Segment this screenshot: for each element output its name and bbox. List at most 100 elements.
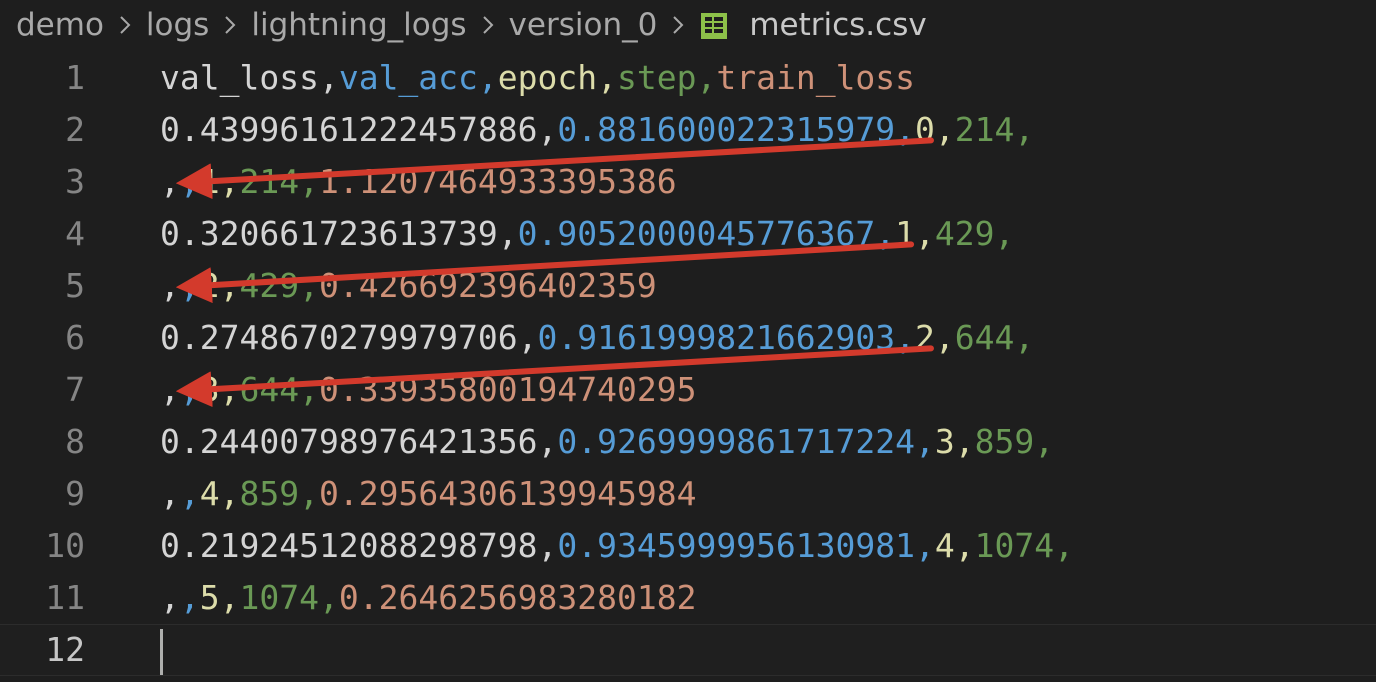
chevron-right-icon bbox=[221, 13, 239, 37]
csv-comma: , bbox=[179, 370, 200, 409]
csv-comma: , bbox=[179, 578, 200, 617]
csv-comma: , bbox=[934, 318, 955, 357]
csv-comma: , bbox=[934, 110, 955, 149]
csv-comma: , bbox=[219, 370, 240, 409]
csv-field: 1.1207464933395386 bbox=[318, 162, 677, 201]
csv-comma: , bbox=[299, 370, 319, 409]
csv-comma: , bbox=[537, 422, 558, 461]
csv-comma: , bbox=[915, 214, 935, 253]
breadcrumb-item-logs[interactable]: logs bbox=[146, 7, 209, 43]
csv-field: 1074 bbox=[239, 578, 319, 617]
csv-comma: , bbox=[696, 58, 717, 97]
csv-comma: , bbox=[517, 318, 538, 357]
csv-field: 0 bbox=[915, 110, 935, 149]
csv-field: 644 bbox=[239, 370, 300, 409]
csv-comma: , bbox=[179, 474, 200, 513]
csv-field: 0.24400798976421356 bbox=[160, 422, 538, 461]
line-content: ,,1,214,1.1207464933395386 bbox=[160, 156, 677, 208]
csv-field: 0.33935800194740295 bbox=[318, 370, 697, 409]
code-line[interactable]: 8 0.24400798976421356,0.9269999861717224,… bbox=[0, 416, 1376, 468]
csv-comma: , bbox=[1054, 526, 1074, 565]
csv-field: step bbox=[617, 58, 697, 97]
csv-comma: , bbox=[537, 526, 558, 565]
line-content: ,,5,1074,0.2646256983280182 bbox=[160, 572, 696, 624]
csv-comma: , bbox=[318, 578, 339, 617]
line-number: 3 bbox=[65, 162, 85, 201]
breadcrumb: demo logs lightning_logs version_0 metri… bbox=[0, 0, 927, 50]
code-line[interactable]: 12 bbox=[0, 624, 1376, 676]
csv-comma: , bbox=[219, 474, 240, 513]
breadcrumb-file-name[interactable]: metrics.csv bbox=[749, 7, 926, 43]
csv-comma: , bbox=[875, 214, 896, 253]
csv-comma: , bbox=[537, 110, 558, 149]
code-line[interactable]: 9 ,,4,859,0.29564306139945984 bbox=[0, 468, 1376, 520]
csv-field: 1 bbox=[895, 214, 916, 253]
csv-comma: , bbox=[954, 422, 975, 461]
code-editor[interactable]: 1 val_loss,val_acc,epoch,step,train_loss 2… bbox=[0, 52, 1376, 682]
csv-field: 0.21924512088298798 bbox=[160, 526, 538, 565]
text-cursor bbox=[160, 629, 163, 675]
csv-comma: , bbox=[318, 58, 339, 97]
line-content: 0.24400798976421356,0.9269999861717224,3… bbox=[160, 416, 1054, 468]
line-content: 0.21924512088298798,0.9345999956130981,4… bbox=[160, 520, 1074, 572]
line-content: 0.2748670279979706,0.9161999821662903,2,… bbox=[160, 312, 1034, 364]
code-line[interactable]: 10 0.21924512088298798,0.9345999956130981… bbox=[0, 520, 1376, 572]
csv-field: 0.2748670279979706 bbox=[160, 318, 518, 357]
code-line[interactable]: 1 val_loss,val_acc,epoch,step,train_loss bbox=[0, 52, 1376, 104]
csv-field: 0.9161999821662903 bbox=[537, 318, 896, 357]
csv-comma: , bbox=[994, 214, 1015, 253]
csv-field: 859 bbox=[974, 422, 1035, 461]
code-line[interactable]: 7 ,,3,644,0.33935800194740295 bbox=[0, 364, 1376, 416]
code-line[interactable]: 11 ,,5,1074,0.2646256983280182 bbox=[0, 572, 1376, 624]
csv-field: 0.29564306139945984 bbox=[318, 474, 697, 513]
chevron-right-icon bbox=[116, 13, 134, 37]
csv-comma: , bbox=[954, 526, 975, 565]
csv-field: 214 bbox=[239, 162, 300, 201]
csv-comma: , bbox=[915, 422, 935, 461]
csv-comma: , bbox=[160, 474, 180, 513]
line-content: val_loss,val_acc,epoch,step,train_loss bbox=[160, 52, 915, 104]
csv-comma: , bbox=[160, 578, 180, 617]
code-line[interactable]: 2 0.43996161222457886,0.881600022315979,0… bbox=[0, 104, 1376, 156]
line-number: 1 bbox=[65, 58, 85, 97]
code-line[interactable]: 5 ,,2,429,0.426692396402359 bbox=[0, 260, 1376, 312]
csv-comma: , bbox=[179, 162, 200, 201]
csv-field: 429 bbox=[934, 214, 995, 253]
csv-field: 0.9052000045776367 bbox=[517, 214, 876, 253]
csv-comma: , bbox=[299, 162, 319, 201]
breadcrumb-item-version-0[interactable]: version_0 bbox=[509, 7, 658, 43]
csv-comma: , bbox=[219, 266, 240, 305]
line-content: ,,2,429,0.426692396402359 bbox=[160, 260, 657, 312]
code-line[interactable]: 3 ,,1,214,1.1207464933395386 bbox=[0, 156, 1376, 208]
csv-field: 0.320661723613739 bbox=[160, 214, 498, 253]
csv-comma: , bbox=[299, 266, 319, 305]
csv-field: 2 bbox=[199, 266, 220, 305]
csv-field: val_loss bbox=[160, 58, 319, 97]
breadcrumb-item-lightning-logs[interactable]: lightning_logs bbox=[251, 7, 466, 43]
csv-comma: , bbox=[1014, 110, 1035, 149]
csv-field: 1074 bbox=[974, 526, 1055, 565]
csv-comma: , bbox=[219, 578, 240, 617]
csv-field: 0.2646256983280182 bbox=[338, 578, 697, 617]
csv-field: train_loss bbox=[716, 58, 916, 97]
csv-comma: , bbox=[179, 266, 200, 305]
line-number: 12 bbox=[45, 630, 85, 669]
csv-comma: , bbox=[219, 162, 240, 201]
breadcrumb-item-demo[interactable]: demo bbox=[16, 7, 104, 43]
line-content: 0.320661723613739,0.9052000045776367,1,4… bbox=[160, 208, 1014, 260]
csv-field: 0.9269999861717224 bbox=[557, 422, 915, 461]
line-number: 9 bbox=[65, 474, 85, 513]
csv-field: 3 bbox=[934, 422, 955, 461]
line-content: 0.43996161222457886,0.881600022315979,0,… bbox=[160, 104, 1034, 156]
code-line[interactable]: 6 0.2748670279979706,0.9161999821662903,2… bbox=[0, 312, 1376, 364]
line-number: 10 bbox=[45, 526, 85, 565]
csv-comma: , bbox=[915, 526, 935, 565]
line-number: 8 bbox=[65, 422, 85, 461]
csv-field: 5 bbox=[199, 578, 220, 617]
code-line[interactable]: 4 0.320661723613739,0.9052000045776367,1,… bbox=[0, 208, 1376, 260]
line-number: 5 bbox=[65, 266, 85, 305]
csv-comma: , bbox=[477, 58, 498, 97]
line-content: ,,4,859,0.29564306139945984 bbox=[160, 468, 696, 520]
csv-field: 4 bbox=[934, 526, 955, 565]
chevron-right-icon bbox=[669, 13, 687, 37]
